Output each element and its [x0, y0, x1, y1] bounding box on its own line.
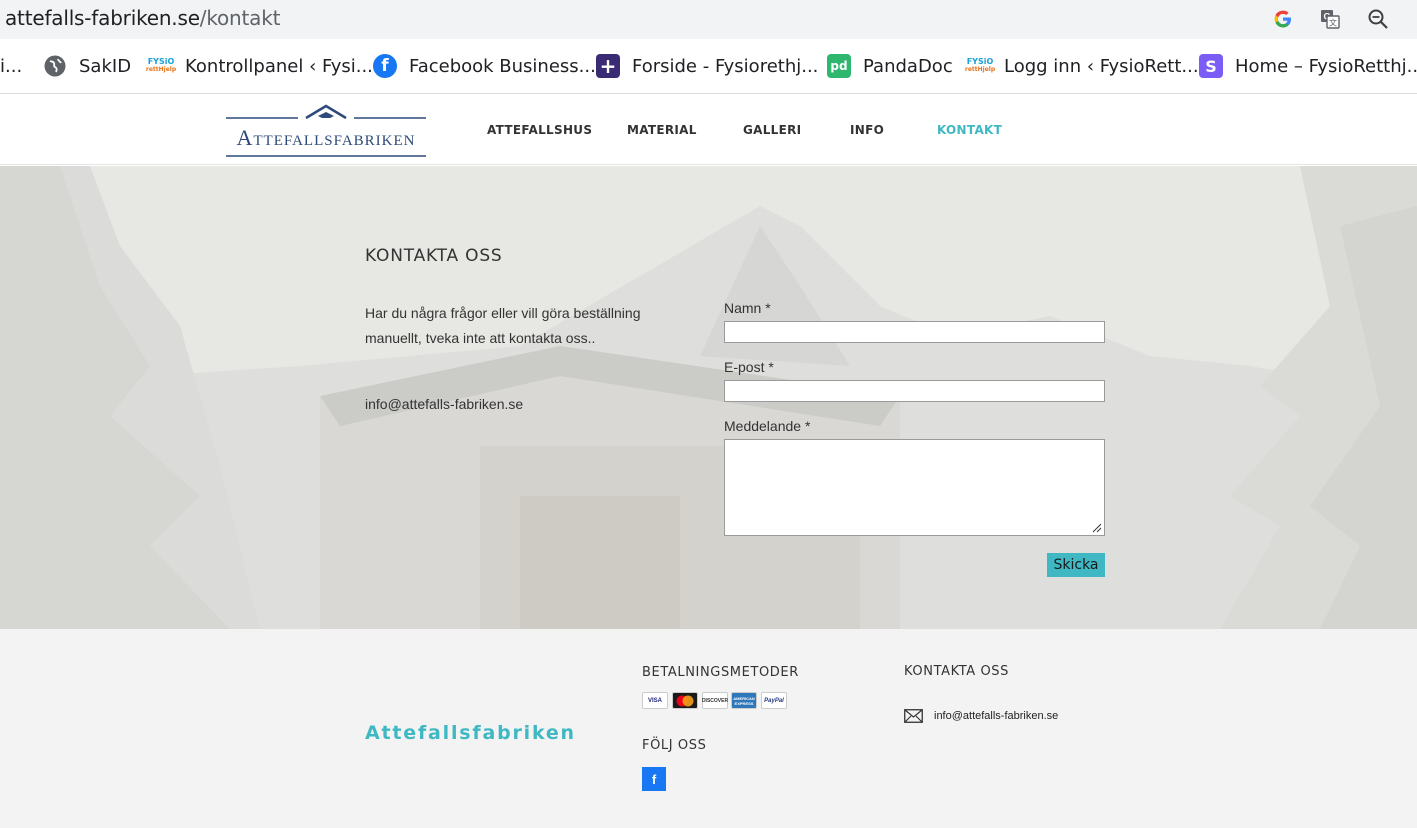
contact-title: KONTAKTA OSS	[365, 246, 503, 266]
facebook-icon[interactable]: f	[642, 767, 666, 791]
fysio-icon: FYSiO rettHjelp	[965, 54, 995, 78]
globe-icon	[43, 54, 67, 78]
bookmark-label: Forside - Fysiorethj...	[632, 55, 819, 77]
name-label: Namn *	[724, 300, 771, 316]
facebook-icon: f	[373, 54, 397, 78]
nav-galleri[interactable]: GALLERI	[743, 123, 801, 137]
bookmark-item[interactable]: pd PandaDoc	[827, 53, 953, 79]
bookmark-item[interactable]: i...	[0, 53, 22, 79]
nav-material[interactable]: MATERIAL	[627, 123, 697, 137]
discover-icon: DISCOVER	[702, 692, 728, 709]
follow-heading: FÖLJ OSS	[642, 738, 707, 753]
footer-email[interactable]: info@attefalls-fabriken.se	[934, 710, 1058, 722]
resize-grip-icon[interactable]	[1090, 521, 1102, 533]
mail-icon	[904, 709, 923, 723]
background-image	[0, 166, 1417, 629]
submit-button[interactable]: Skicka	[1047, 553, 1105, 577]
plus-icon: +	[596, 54, 620, 78]
bookmark-label: SakID	[79, 55, 132, 77]
bookmark-item[interactable]: FYSiO rettHjelp Kontrollpanel ‹ Fysi...	[146, 53, 373, 79]
bookmarks-bar: i... SakID FYSiO rettHjelp Kontrollpanel …	[0, 39, 1417, 94]
email-label: E-post *	[724, 359, 774, 375]
bookmark-label: Facebook Business...	[409, 55, 596, 77]
fysio-icon: FYSiO rettHjelp	[146, 54, 176, 78]
s-letter-icon: S	[1199, 54, 1223, 78]
logo-text: Attefallsfabriken	[236, 125, 416, 150]
bookmark-item[interactable]: f Facebook Business...	[373, 53, 596, 79]
bookmark-item[interactable]: S Home – FysioRetthj...	[1199, 53, 1417, 79]
zoom-icon[interactable]	[1366, 7, 1390, 31]
nav-attefallshus[interactable]: ATTEFALLSHUS	[487, 123, 592, 137]
footer-brand[interactable]: Attefallsfabriken	[365, 722, 576, 744]
bookmark-label: Home – FysioRetthj...	[1235, 55, 1417, 77]
nav-info[interactable]: INFO	[850, 123, 884, 137]
site-logo[interactable]: Attefallsfabriken	[226, 101, 426, 159]
message-textarea[interactable]	[724, 439, 1105, 536]
url-domain: attefalls-fabriken.se	[5, 6, 200, 30]
site-header: Attefallsfabriken ATTEFALLSHUS MATERIAL …	[0, 95, 1417, 165]
bookmark-item[interactable]: FYSiO rettHjelp Logg inn ‹ FysioRett...	[965, 53, 1199, 79]
bookmark-item[interactable]: + Forside - Fysiorethj...	[596, 53, 818, 79]
email-field[interactable]	[724, 380, 1105, 402]
bookmark-label: Kontrollpanel ‹ Fysi...	[185, 55, 373, 77]
visa-icon: VISA	[642, 692, 668, 709]
contact-section: KONTAKTA OSS Har du några frågor eller v…	[0, 166, 1417, 629]
payment-heading: BETALNINGSMETODER	[642, 665, 799, 680]
google-icon[interactable]	[1271, 7, 1295, 31]
bookmark-item[interactable]: SakID	[43, 53, 131, 79]
pandadoc-icon: pd	[827, 54, 851, 78]
bookmark-label: i...	[0, 55, 23, 77]
name-field[interactable]	[724, 321, 1105, 343]
svg-text:文: 文	[1329, 18, 1337, 28]
contact-description: Har du några frågor eller vill göra best…	[365, 305, 641, 346]
message-label: Meddelande *	[724, 418, 811, 434]
browser-url-bar[interactable]: attefalls-fabriken.se/kontakt G文	[0, 0, 1417, 39]
nav-kontakt[interactable]: KONTAKT	[937, 123, 1002, 137]
site-footer: Attefallsfabriken BETALNINGSMETODER VISA…	[0, 629, 1417, 828]
mastercard-icon	[672, 692, 698, 709]
paypal-icon: PayPal	[761, 692, 787, 709]
bookmark-label: PandaDoc	[863, 55, 953, 77]
footer-contact-heading: KONTAKTA OSS	[904, 664, 1010, 679]
url-text[interactable]: attefalls-fabriken.se/kontakt	[5, 6, 280, 30]
translate-icon[interactable]: G文	[1318, 7, 1342, 31]
amex-icon: AMERICAN EXPRESS	[731, 692, 757, 709]
contact-email[interactable]: info@attefalls-fabriken.se	[365, 396, 523, 412]
bookmark-label: Logg inn ‹ FysioRett...	[1004, 55, 1199, 77]
url-path: /kontakt	[199, 6, 281, 30]
